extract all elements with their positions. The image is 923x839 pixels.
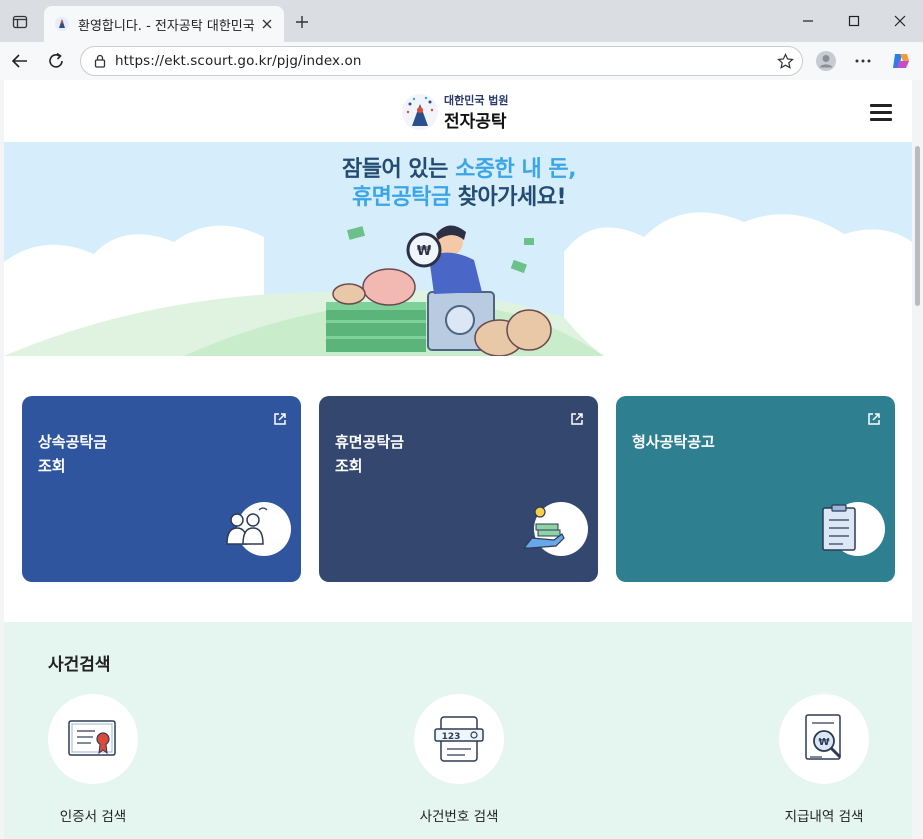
case-number-search-label: 사건번호 검색 <box>419 809 499 825</box>
tab-actions-icon[interactable] <box>8 10 32 34</box>
inheritance-deposit-card[interactable]: 상속공탁금 조회 <box>22 396 301 582</box>
maximize-icon[interactable] <box>831 0 877 42</box>
money-hand-icon <box>522 506 565 549</box>
browser-tab[interactable]: 환영합니다. - 전자공탁 대한민국 <box>44 6 284 42</box>
certificate-search-label: 인증서 검색 <box>59 809 127 825</box>
address-bar[interactable]: https://ekt.scourt.go.kr/pjg/index.on <box>80 46 803 76</box>
payment-history-search-label: 지급내역 검색 <box>784 809 864 825</box>
payment-history-search-button[interactable]: ₩ 지급내역 검색 <box>764 694 884 825</box>
svg-text:₩: ₩ <box>417 244 432 259</box>
close-tab-icon[interactable] <box>258 15 276 33</box>
url-text[interactable]: https://ekt.scourt.go.kr/pjg/index.on <box>115 53 361 69</box>
certificate-search-button[interactable]: 인증서 검색 <box>33 694 153 825</box>
card-label: 휴면공탁금 조회 <box>335 430 404 478</box>
dormant-deposit-card[interactable]: 휴면공탁금 조회 <box>319 396 598 582</box>
badge-circle <box>822 502 885 556</box>
hero-line2-a: 휴면공탁금 <box>351 185 451 210</box>
card-label-line1: 휴면공탁금 <box>335 433 405 451</box>
hero-banner[interactable]: ₩ 잠들어 있는 소중한 내 돈, 휴면공탁금 찾아가세요! <box>4 142 912 356</box>
lock-icon[interactable] <box>91 52 109 70</box>
browser-toolbar: https://ekt.scourt.go.kr/pjg/index.on <box>0 42 923 80</box>
page-scrollbar[interactable] <box>912 80 923 839</box>
tab-strip: 환영합니다. - 전자공탁 대한민국 <box>0 0 923 42</box>
logo-title: 전자공탁 <box>444 112 507 132</box>
site-header: 대한민국 법원 전자공탁 <box>4 80 912 142</box>
copilot-icon[interactable] <box>888 49 914 73</box>
hamburger-menu-icon[interactable] <box>870 104 894 122</box>
card-label: 형사공탁공고 <box>632 430 715 454</box>
svg-text:₩: ₩ <box>818 737 829 748</box>
case-number-icon: 123 <box>434 716 484 762</box>
external-link-icon <box>868 413 880 425</box>
card-label-line1: 형사공탁공고 <box>632 433 715 451</box>
icon-circle: ₩ <box>779 694 869 784</box>
court-emblem-icon <box>402 94 438 130</box>
payment-history-icon: ₩ <box>805 714 842 760</box>
hero-line1-a: 잠들어 있는 <box>342 157 456 182</box>
profile-avatar-icon[interactable] <box>813 49 839 73</box>
icon-circle: 123 <box>414 694 504 784</box>
minimize-icon[interactable] <box>785 0 831 42</box>
close-window-icon[interactable] <box>877 0 923 42</box>
court-favicon-icon <box>55 17 69 31</box>
card-label-line2: 조회 <box>38 457 66 475</box>
favorite-star-icon[interactable] <box>776 52 794 70</box>
card-label-line2: 조회 <box>335 457 363 475</box>
new-tab-icon[interactable] <box>290 10 314 34</box>
badge-circle <box>226 502 291 556</box>
hero-headline: 잠들어 있는 소중한 내 돈, 휴면공탁금 찾아가세요! <box>314 156 604 212</box>
tab-title: 환영합니다. - 전자공탁 대한민국 <box>78 18 255 34</box>
hero-line2-b: 찾아가세요! <box>450 185 567 210</box>
page-viewport: 대한민국 법원 전자공탁 ₩ 잠들어 있는 소중한 내 돈, 휴면공탁금 찾아가… <box>4 80 912 839</box>
logo-subtitle: 대한민국 법원 <box>444 94 509 107</box>
scrollbar-thumb[interactable] <box>915 146 920 306</box>
external-link-icon <box>274 413 286 425</box>
criminal-deposit-notice-card[interactable]: 형사공탁공고 <box>616 396 895 582</box>
icon-circle <box>48 694 138 784</box>
case-number-search-button[interactable]: 123 사건번호 검색 <box>399 694 519 825</box>
clipboard-icon <box>822 504 856 551</box>
case-search-title: 사건검색 <box>48 655 111 675</box>
family-people-icon <box>226 507 268 545</box>
badge-circle <box>522 502 588 556</box>
external-link-icon <box>571 413 583 425</box>
browser-window: 환영합니다. - 전자공탁 대한민국 https://ekt.scourt.go… <box>0 0 923 839</box>
refresh-icon[interactable] <box>43 49 69 73</box>
card-label-line1: 상속공탁금 <box>38 433 108 451</box>
certificate-icon <box>68 720 116 756</box>
hero-line1-b: 소중한 내 돈, <box>455 157 576 182</box>
card-label: 상속공탁금 조회 <box>38 430 107 478</box>
site-logo[interactable]: 대한민국 법원 전자공탁 <box>400 92 509 132</box>
svg-text:123: 123 <box>442 732 461 742</box>
more-menu-icon[interactable] <box>850 49 876 73</box>
back-icon[interactable] <box>7 49 33 73</box>
case-search-section: 사건검색 인증서 검색 123 사건번호 검색 ₩ 지급내역 검색 <box>4 622 912 839</box>
